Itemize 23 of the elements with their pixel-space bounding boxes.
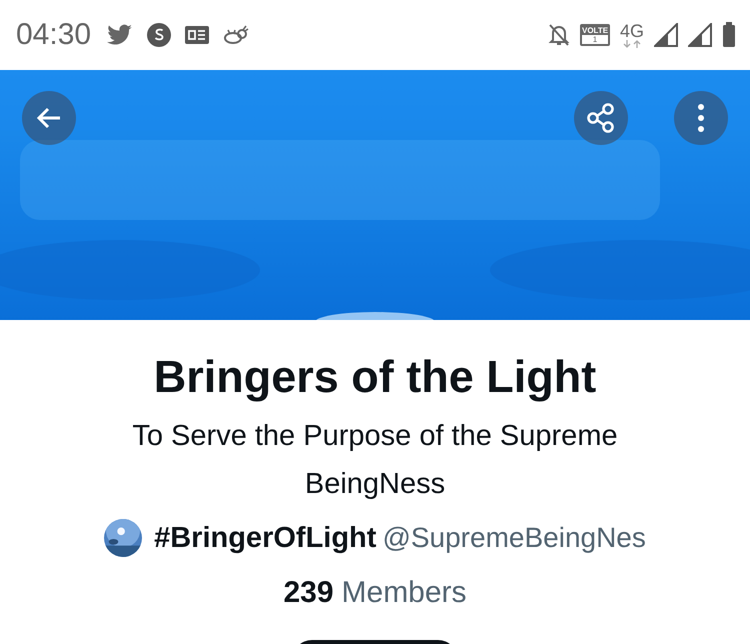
signal-icon: [654, 23, 678, 47]
muted-bell-icon: [548, 23, 570, 47]
share-button[interactable]: [574, 91, 628, 145]
community-hashtag: #BringerOfLight: [154, 522, 376, 554]
share-icon: [585, 102, 617, 134]
back-button[interactable]: [22, 91, 76, 145]
community-name: Bringers of the Light: [154, 350, 596, 404]
data-arrows-icon: [622, 40, 641, 48]
members-label: Members: [342, 576, 467, 610]
more-options-icon: [697, 103, 705, 133]
bird-icon: [107, 24, 134, 46]
s-logo-icon: [147, 23, 172, 47]
network-type: 4G: [620, 22, 644, 40]
volte-icon: VOLTE 1: [580, 24, 610, 46]
battery-icon: [722, 22, 736, 48]
bee-icon: [223, 24, 250, 46]
news-icon: [185, 26, 210, 44]
community-description: To Serve the Purpose of the Supreme BeingNess: [131, 419, 619, 502]
signal-icon: [688, 23, 712, 47]
clock-time: 04:30: [16, 18, 92, 52]
creator-handle[interactable]: @SupremeBeingNes: [382, 522, 646, 554]
member-count: 239: [283, 576, 334, 610]
more-options-button[interactable]: [674, 91, 728, 145]
